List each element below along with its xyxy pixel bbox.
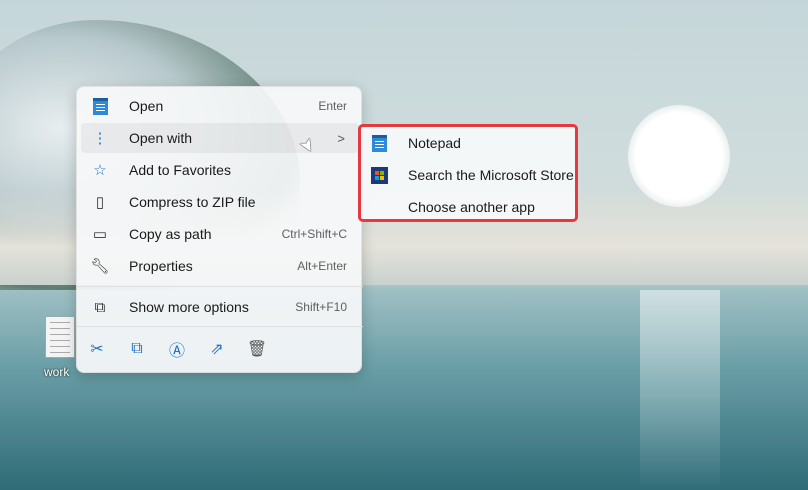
rename-icon[interactable]: Ⓐ [167,339,187,360]
zip-folder-icon: ▯ [95,194,105,211]
share-icon[interactable]: ⇗ [207,339,227,359]
menu-item-label: Open with [129,130,193,146]
sun [628,105,730,207]
submenu-item-notepad[interactable]: Notepad [361,127,575,159]
desktop-file-icon[interactable] [45,316,75,358]
notepad-icon [370,134,388,152]
menu-item-label: Open [129,98,164,114]
blank-icon [370,198,388,216]
microsoft-store-icon [370,166,388,184]
submenu-item-choose-another-app[interactable]: Choose another app [361,191,575,223]
shortcut: Enter [318,99,347,113]
menu-item-label: Properties [129,258,193,274]
copy-icon[interactable]: ⧉ [127,339,147,359]
cut-icon[interactable]: ✂ [87,339,107,359]
menu-item-open[interactable]: Open Enter [81,91,359,121]
menu-item-label: Show more options [129,299,249,315]
context-menu: Open Enter ⋮ Open with > ☆ Add to Favorites … [76,86,363,373]
submenu-item-microsoft-store[interactable]: Search the Microsoft Store [361,159,575,191]
quick-actions-toolbar: ✂ ⧉ Ⓐ ⇗ 🗑︎ [87,339,267,360]
wrench-icon: 🔧︎ [90,258,110,275]
shortcut: Shift+F10 [295,300,347,314]
submenu-item-label: Search the Microsoft Store [408,167,574,183]
menu-item-properties[interactable]: 🔧︎ Properties Alt+Enter [81,251,359,281]
menu-item-compress-zip[interactable]: ▯ Compress to ZIP file [81,187,359,217]
copy-path-icon: ▭ [92,226,108,243]
menu-item-copy-as-path[interactable]: ▭ Copy as path Ctrl+Shift+C [81,219,359,249]
separator [77,286,363,287]
shortcut: Alt+Enter [297,259,347,273]
menu-item-label: Add to Favorites [129,162,231,178]
sun-reflection [640,290,720,490]
show-more-icon: ⧉ [94,298,106,316]
shortcut: Ctrl+Shift+C [281,227,347,241]
menu-item-label: Compress to ZIP file [129,194,256,210]
delete-icon[interactable]: 🗑︎ [247,339,267,359]
notepad-icon [91,97,109,115]
menu-item-add-to-favorites[interactable]: ☆ Add to Favorites [81,155,359,185]
star-icon: ☆ [93,162,107,179]
submenu-item-label: Notepad [408,135,461,151]
submenu-item-label: Choose another app [408,199,535,215]
separator [77,326,363,327]
open-with-icon: ⋮ [92,130,108,147]
menu-item-label: Copy as path [129,226,212,242]
chevron-right-icon: > [337,130,345,146]
desktop-file-label[interactable]: work [44,365,69,379]
open-with-submenu: Notepad Search the Microsoft Store Choos… [358,124,578,222]
menu-item-show-more-options[interactable]: ⧉ Show more options Shift+F10 [81,292,359,322]
